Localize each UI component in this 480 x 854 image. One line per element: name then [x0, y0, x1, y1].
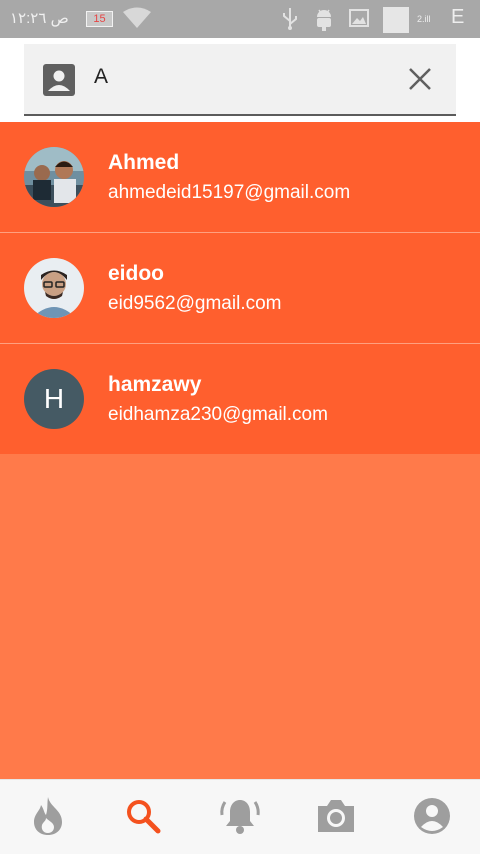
search-icon [124, 797, 162, 840]
user-name: hamzawy [108, 373, 202, 396]
account-icon [413, 797, 451, 840]
search-header [0, 38, 480, 122]
user-name: eidoo [108, 262, 164, 285]
user-email: ahmedeid15197@gmail.com [108, 182, 351, 203]
search-input[interactable] [94, 62, 394, 92]
user-result-row[interactable]: eidoo eid9562@gmail.com [0, 233, 480, 344]
results-empty-area [0, 454, 480, 779]
network-type: E [451, 6, 465, 28]
bell-icon [219, 796, 261, 841]
usb-icon [280, 7, 300, 36]
avatar[interactable] [24, 147, 84, 207]
nav-camera[interactable] [312, 794, 360, 842]
nav-search[interactable] [119, 794, 167, 842]
search-results-list: Ahmed ahmedeid15197@gmail.com eidoo eid9… [0, 122, 480, 455]
user-result-row[interactable]: H hamzawy eidhamza230@gmail.com [0, 344, 480, 455]
contact-icon [43, 64, 75, 101]
gallery-icon [348, 7, 370, 34]
nav-home[interactable] [24, 794, 72, 842]
android-debug-icon [314, 7, 334, 36]
status-time: ص ١٢:٢٦ [10, 10, 69, 27]
user-email: eidhamza230@gmail.com [108, 404, 328, 425]
screenshot-icon [383, 7, 409, 38]
notification-count-badge: 15 [86, 11, 113, 27]
bottom-navigation [0, 779, 480, 854]
user-result-row[interactable]: Ahmed ahmedeid15197@gmail.com [0, 122, 480, 233]
status-bar: ص ١٢:٢٦ 15 2.ill E [0, 0, 480, 38]
search-bar [24, 44, 456, 116]
clear-search-icon[interactable] [407, 66, 433, 97]
wifi-icon [122, 7, 152, 34]
flame-icon [31, 796, 65, 841]
avatar[interactable]: H [24, 369, 84, 429]
camera-icon [314, 797, 358, 840]
user-email: eid9562@gmail.com [108, 293, 282, 314]
nav-profile[interactable] [408, 794, 456, 842]
avatar[interactable] [24, 258, 84, 318]
signal-strength: 2.ill [417, 14, 431, 24]
user-name: Ahmed [108, 151, 180, 174]
nav-notifications[interactable] [216, 794, 264, 842]
